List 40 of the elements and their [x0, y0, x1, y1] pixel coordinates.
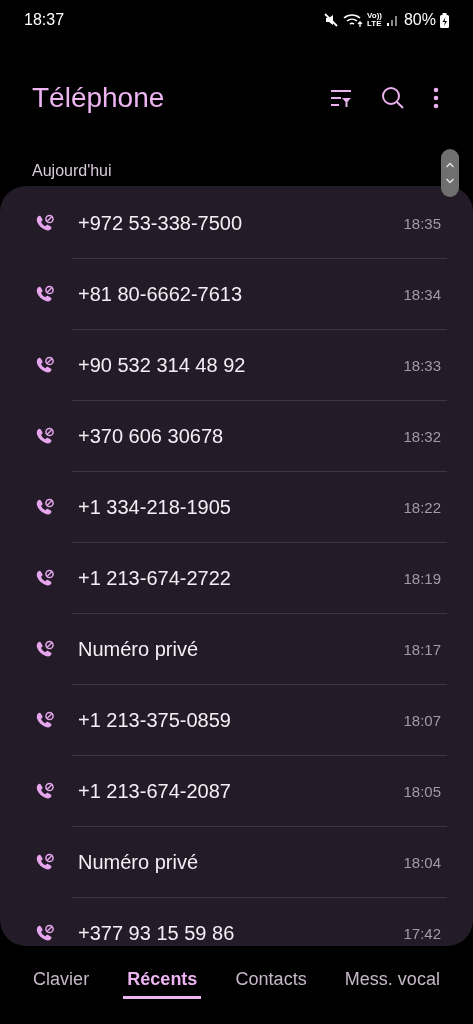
fast-scroll-handle[interactable] [441, 149, 459, 197]
mute-icon [323, 12, 339, 28]
call-time: 18:04 [403, 854, 441, 871]
caller-number[interactable]: +90 532 314 48 92 [78, 354, 404, 377]
lte-label: LTE [367, 20, 382, 28]
caller-number[interactable]: +370 606 30678 [78, 425, 404, 448]
caller-number[interactable]: +377 93 15 59 86 [78, 922, 404, 945]
call-time: 18:32 [403, 428, 441, 445]
call-time: 18:05 [403, 783, 441, 800]
call-time: 17:42 [403, 925, 441, 942]
bottom-tab[interactable]: Clavier [29, 963, 94, 999]
battery-percent: 80% [403, 11, 436, 29]
search-icon[interactable] [381, 86, 405, 110]
caller-number[interactable]: +1 334-218-1905 [78, 496, 404, 519]
status-time: 18:37 [24, 11, 65, 29]
call-time: 18:19 [403, 570, 441, 587]
more-options-icon[interactable] [433, 87, 439, 109]
call-time: 18:07 [403, 712, 441, 729]
volte-label: Vo)) [367, 12, 382, 20]
call-time: 18:33 [403, 357, 441, 374]
wifi-icon [343, 12, 363, 28]
call-time: 18:22 [403, 499, 441, 516]
caller-number[interactable]: Numéro privé [78, 851, 404, 874]
bottom-tab[interactable]: Contacts [231, 963, 311, 999]
call-time: 18:17 [403, 641, 441, 658]
caller-number[interactable]: Numéro privé [78, 638, 404, 661]
caller-number[interactable]: +1 213-674-2722 [78, 567, 404, 590]
call-time: 18:35 [403, 215, 441, 232]
app-title: Téléphone [32, 82, 165, 114]
bottom-tab[interactable]: Récents [123, 963, 202, 999]
signal-icon [385, 13, 400, 27]
call-time: 18:34 [403, 286, 441, 303]
caller-number[interactable]: +972 53-338-7500 [78, 212, 404, 235]
caller-number[interactable]: +1 213-674-2087 [78, 780, 404, 803]
bottom-tab[interactable]: Mess. vocal [340, 963, 444, 999]
caller-number[interactable]: +81 80-6662-7613 [78, 283, 404, 306]
filter-icon[interactable] [329, 87, 353, 109]
battery-charging-icon [440, 12, 449, 28]
section-date: Aujourd'hui [32, 162, 112, 180]
caller-number[interactable]: +1 213-375-0859 [78, 709, 404, 732]
